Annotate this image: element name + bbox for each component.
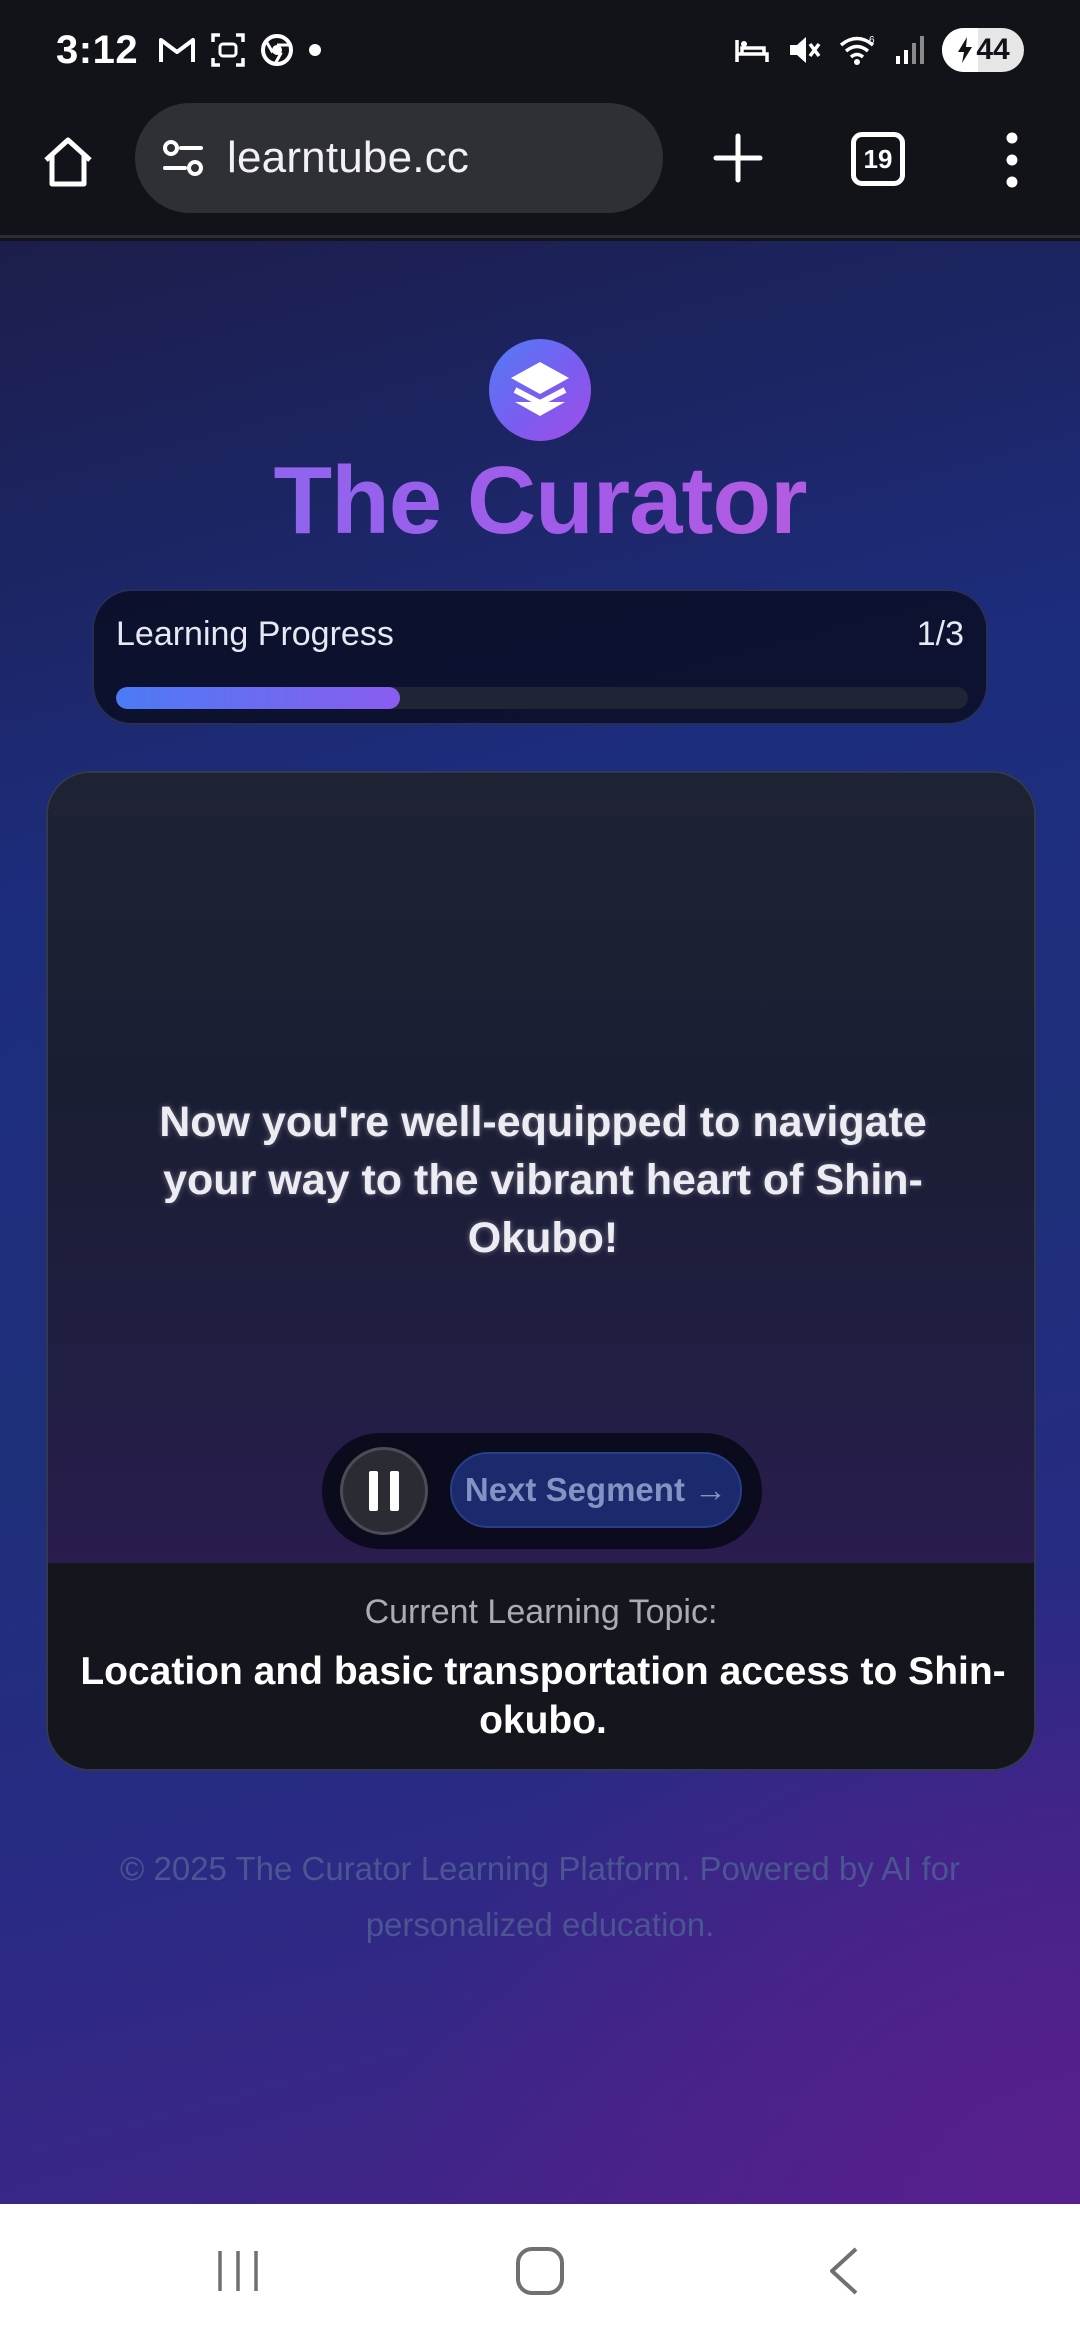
video-player[interactable]: Now you're well-equipped to navigate you… (48, 773, 1034, 1563)
site-info-icon[interactable] (159, 134, 207, 182)
alarm-icon (735, 40, 769, 62)
app-logo (489, 339, 591, 441)
progress-bar-fill (116, 687, 400, 709)
browser-toolbar: learntube.cc 19 (0, 100, 1080, 238)
status-time: 3:12 (56, 27, 139, 72)
system-icons: 6 44 (734, 28, 1024, 72)
screenshot-icon (211, 33, 245, 67)
battery-indicator: 44 (942, 28, 1024, 72)
mute-icon (790, 37, 821, 63)
topic-text: Location and basic transportation access… (80, 1650, 1006, 1742)
system-navigation-bar (0, 2204, 1080, 2340)
learning-progress-card: Learning Progress 1/3 (92, 589, 988, 725)
player-controls: Next Segment → (322, 1433, 762, 1549)
footer-text: © 2025 The Curator Learning Platform. Po… (120, 1850, 960, 1943)
app-title: The Curator (0, 446, 1080, 556)
notification-icons (158, 32, 322, 68)
status-bar: 3:12 6 44 (0, 0, 1080, 100)
next-segment-label: Next Segment → (464, 1471, 728, 1508)
page-content: The Curator Learning Progress 1/3 Now yo… (0, 241, 1080, 2204)
progress-bar (116, 687, 968, 709)
dot-icon (309, 44, 322, 56)
gmail-icon (159, 38, 196, 62)
pause-button[interactable] (340, 1447, 428, 1535)
wifi-icon: 6 (839, 35, 875, 65)
battery-level: 44 (976, 33, 1010, 66)
video-caption: Now you're well-equipped to navigate you… (159, 1098, 927, 1262)
menu-icon[interactable] (1000, 130, 1024, 190)
back-icon[interactable] (826, 2246, 862, 2296)
svg-text:6: 6 (869, 35, 875, 46)
charging-icon (958, 37, 973, 63)
pause-icon (369, 1471, 399, 1511)
address-bar[interactable]: learntube.cc (135, 103, 663, 213)
current-topic-panel: Current Learning Topic: Location and bas… (48, 1563, 1034, 1769)
recents-icon[interactable] (215, 2249, 261, 2293)
home-icon[interactable] (40, 134, 96, 190)
plus-icon[interactable] (710, 130, 766, 186)
lesson-card: Now you're well-equipped to navigate you… (46, 771, 1036, 1771)
url-text[interactable]: learntube.cc (227, 133, 469, 183)
tab-count: 19 (863, 143, 893, 174)
home-nav-icon[interactable] (515, 2246, 565, 2296)
layers-icon (511, 362, 569, 416)
topic-label: Current Learning Topic: (364, 1593, 718, 1631)
next-segment-button[interactable]: Next Segment → (450, 1452, 742, 1528)
progress-count: 1/3 (916, 615, 964, 653)
signal-icon (896, 36, 924, 64)
tab-switcher-button[interactable]: 19 (851, 132, 905, 186)
progress-label: Learning Progress (116, 615, 394, 653)
chrome-icon (261, 34, 294, 66)
